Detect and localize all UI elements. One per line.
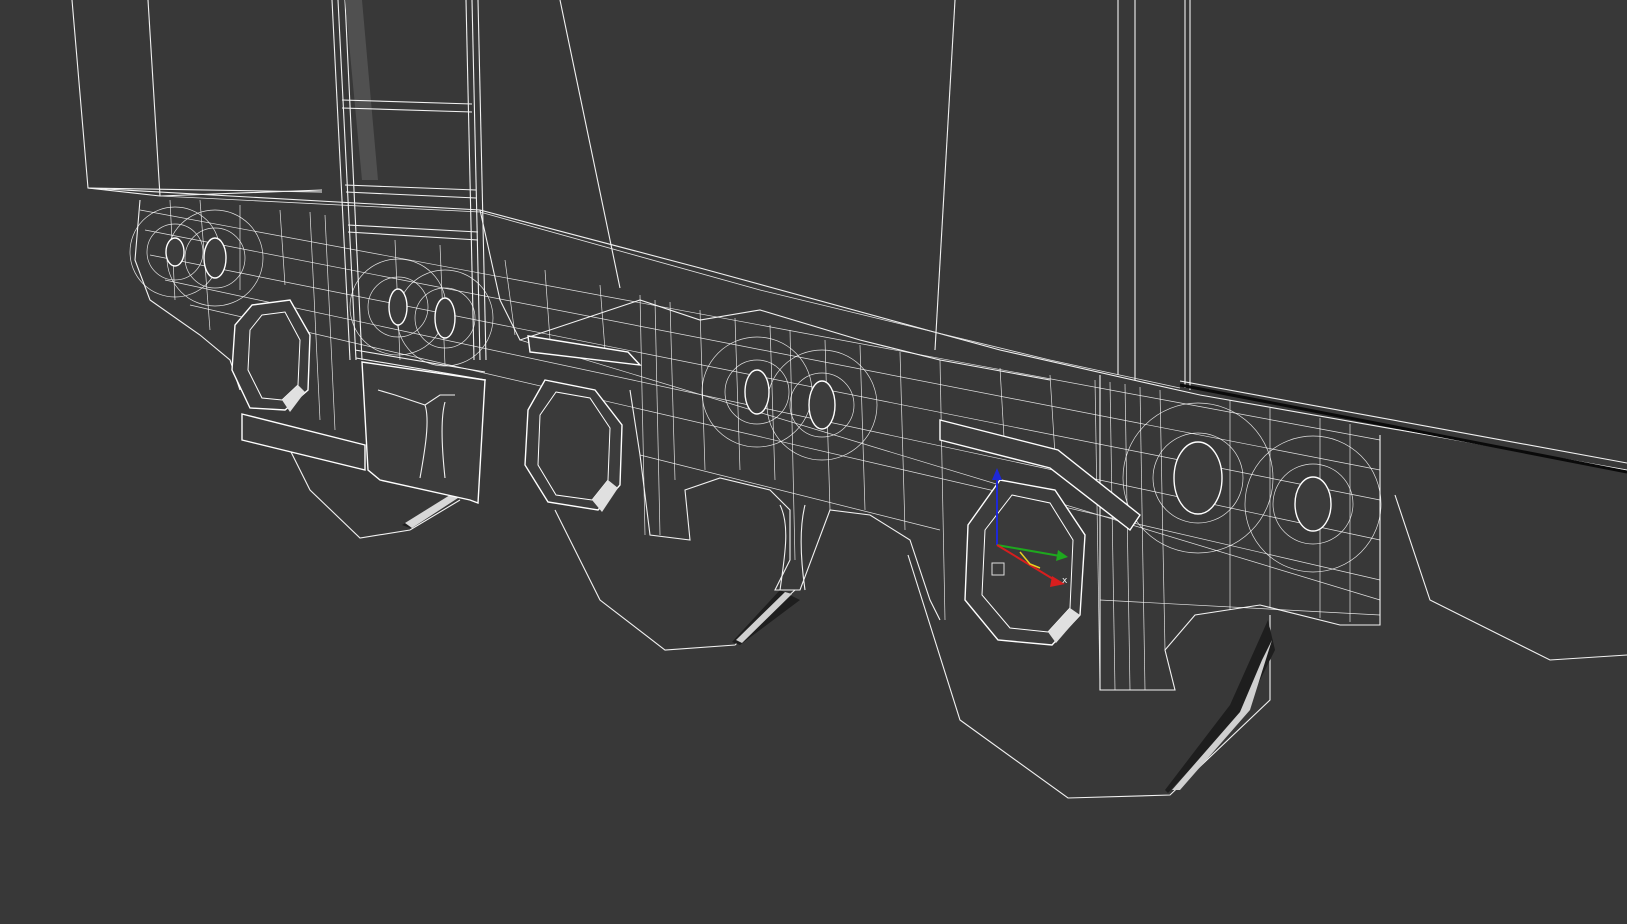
spring-bracket-rear[interactable] (361, 361, 486, 504)
viewport-canvas[interactable]: x (0, 0, 1627, 924)
frame-holes (165, 237, 1332, 532)
gizmo-x-label: x (1062, 576, 1068, 586)
axle-box-front[interactable] (939, 419, 1141, 646)
car-body-wireframe[interactable] (71, 0, 1627, 474)
perspective-viewport[interactable]: x (0, 0, 1627, 924)
axle-box-middle[interactable] (524, 335, 642, 512)
spring-bracket-middle[interactable] (779, 504, 806, 591)
wheel-middle[interactable] (554, 509, 800, 651)
ladder-wireframe[interactable] (331, 0, 487, 381)
axle-box-rear[interactable] (231, 299, 366, 471)
